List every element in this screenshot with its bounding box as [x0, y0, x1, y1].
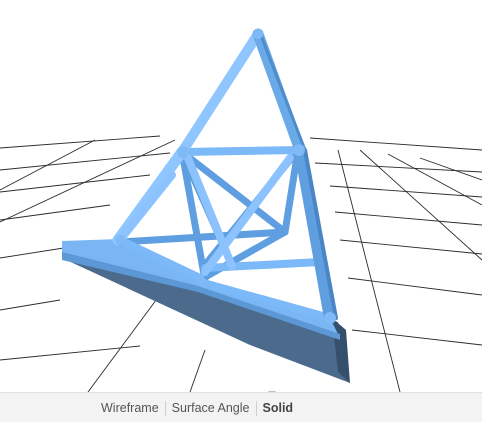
render-mode-toolbar: Wireframe Surface Angle Solid: [0, 392, 482, 422]
solid-mode-button[interactable]: Solid: [258, 401, 299, 416]
scene-canvas[interactable]: [0, 0, 482, 392]
toolbar-separator: [255, 401, 257, 416]
wireframe-mode-button[interactable]: Wireframe: [96, 401, 164, 416]
toolbar-separator: [164, 401, 166, 416]
render-mode-options: Wireframe Surface Angle Solid: [96, 401, 298, 416]
3d-viewport[interactable]: [0, 0, 482, 392]
surface-angle-mode-button[interactable]: Surface Angle: [167, 401, 255, 416]
